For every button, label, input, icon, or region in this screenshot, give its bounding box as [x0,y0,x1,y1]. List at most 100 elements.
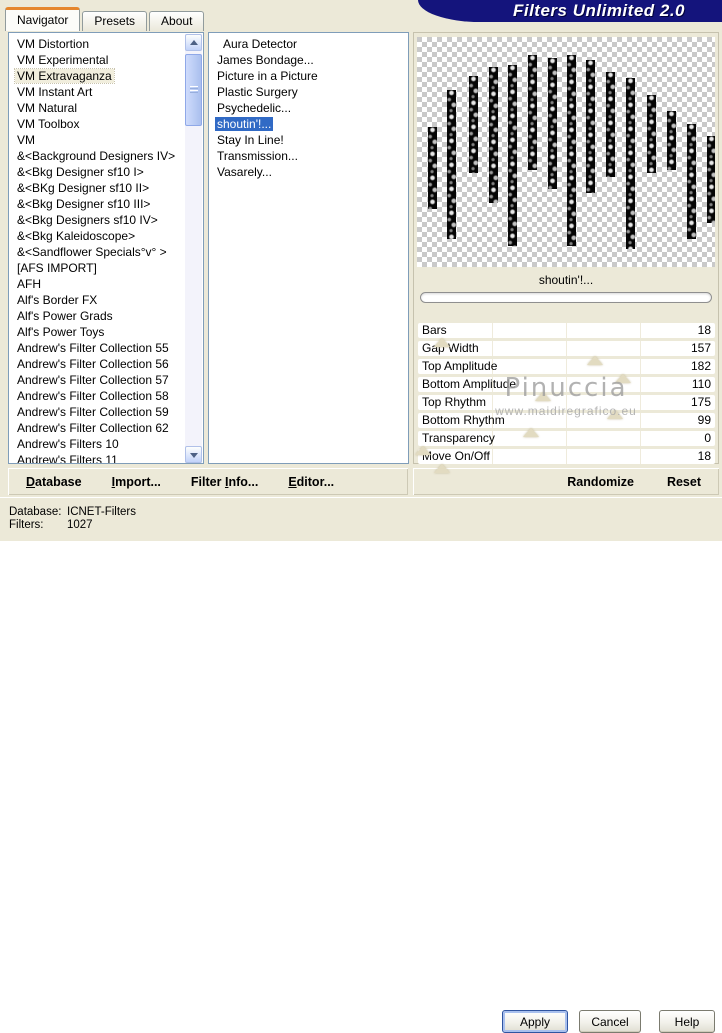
progress-bar [420,292,712,303]
category-item-label: &<Bkg Designers sf10 IV> [17,213,158,227]
slider-thumb-icon[interactable] [415,446,431,455]
category-item[interactable]: &<Bkg Kaleidoscope> [9,228,203,244]
filter-item[interactable]: James Bondage... [209,52,408,68]
slider-thumb-icon[interactable] [434,338,450,347]
tab-presets[interactable]: Presets [82,11,148,31]
preview-bar [508,64,518,247]
help-button[interactable]: Help [659,1010,715,1033]
category-item[interactable]: VM Instant Art [9,84,203,100]
category-item[interactable]: &<BKg Designer sf10 II> [9,180,203,196]
category-item-label: VM [17,133,35,147]
category-item-label: Alf's Power Grads [17,309,113,323]
apply-button[interactable]: Apply [502,1010,568,1033]
category-item[interactable]: Andrew's Filter Collection 59 [9,404,203,420]
slider-row-bars[interactable]: Bars 18 [418,323,715,347]
category-item[interactable]: &<Sandflower Specials°v° > [9,244,203,260]
action-bar-left: Database Import... Filter Info... Editor... [8,468,408,495]
filter-item[interactable]: Vasarely... [209,164,408,180]
category-item[interactable]: Andrew's Filters 11 [9,452,203,463]
filter-listbox[interactable]: Aura Detector James Bondage... Picture in … [208,32,409,464]
category-item[interactable]: VM Distortion [9,36,203,52]
reset-button[interactable]: Reset [667,475,701,489]
category-item[interactable]: &<Bkg Designers sf10 IV> [9,212,203,228]
slider-row-bottom-amplitude[interactable]: Bottom Amplitude 110 [418,377,715,401]
category-item[interactable]: [AFS IMPORT] [9,260,203,276]
category-item[interactable]: &<Bkg Designer sf10 I> [9,164,203,180]
scroll-down-icon[interactable] [185,446,202,463]
filter-item[interactable]: Picture in a Picture [209,68,408,84]
filter-info-label: nfo... [228,474,259,489]
slider-row-move-on-off[interactable]: Move On/Off 18 [418,449,715,473]
slider-row-top-rhythm[interactable]: Top Rhythm 175 [418,395,715,419]
category-item[interactable]: Andrew's Filter Collection 56 [9,356,203,372]
category-item[interactable]: VM Experimental [9,52,203,68]
slider-thumb-icon[interactable] [523,428,539,437]
database-label: atabase [35,474,82,489]
slider-row-top-amplitude[interactable]: Top Amplitude 182 [418,359,715,383]
preview-bar [528,55,538,171]
filter-item-label: shoutin'!... [215,117,274,131]
title-banner: Filters Unlimited 2.0 [418,0,722,22]
slider-value: 18 [697,449,711,463]
slider-label: Gap Width [422,341,479,355]
category-item[interactable]: &<Bkg Designer sf10 III> [9,196,203,212]
slider-thumb-icon[interactable] [535,392,551,401]
database-button[interactable]: Database [26,475,82,489]
category-item-label: &<Bkg Kaleidoscope> [17,229,136,243]
filter-item[interactable]: Plastic Surgery [209,84,408,100]
category-item-label: &<Background Designers IV> [17,149,176,163]
category-item-label: VM Distortion [17,37,90,51]
cancel-button[interactable]: Cancel [579,1010,641,1033]
filter-item[interactable]: Psychedelic... [209,100,408,116]
filters-value: 1027 [67,519,93,531]
slider-value: 18 [697,323,711,337]
scrollbar-thumb[interactable] [185,54,202,126]
filter-item[interactable]: Aura Detector [209,36,408,52]
preview-bar [469,76,479,173]
tab-about[interactable]: About [149,11,205,31]
category-scrollbar[interactable] [185,34,202,463]
category-item-label: Andrew's Filter Collection 62 [17,421,169,435]
tab-navigator[interactable]: Navigator [5,7,81,31]
category-item[interactable]: &<Background Designers IV> [9,148,203,164]
category-item[interactable]: VM Toolbox [9,116,203,132]
filter-item[interactable]: Stay In Line! [209,132,408,148]
filters-unlimited-dialog: Filters Unlimited 2.0 Navigator Presets Ab… [0,0,722,1033]
category-item[interactable]: VM Extravaganza [9,68,203,84]
slider-label: Top Rhythm [422,395,487,409]
import-button[interactable]: Import... [112,475,161,489]
slider-label: Top Amplitude [422,359,498,373]
preview-bar [447,89,457,240]
category-item[interactable]: Andrew's Filter Collection 58 [9,388,203,404]
slider-row-gap-width[interactable]: Gap Width 157 [418,341,715,365]
slider-thumb-icon[interactable] [434,464,450,473]
category-item[interactable]: Andrew's Filter Collection 62 [9,420,203,436]
category-item[interactable]: Andrew's Filters 10 [9,436,203,452]
category-item-label: VM Experimental [17,53,109,67]
category-item[interactable]: Alf's Border FX [9,292,203,308]
category-item[interactable]: Andrew's Filter Collection 55 [9,340,203,356]
slider-thumb-icon[interactable] [587,356,603,365]
slider-thumb-icon[interactable] [615,374,631,383]
category-listbox[interactable]: VM Distortion VM Experimental VM Extravaga… [8,32,204,464]
category-item[interactable]: VM Natural [9,100,203,116]
preview-bar [428,126,438,210]
slider-row-transparency[interactable]: Transparency 0 [415,431,715,455]
scroll-up-icon[interactable] [185,34,202,51]
filter-item[interactable]: shoutin'!... [209,116,408,132]
category-item[interactable]: VM [9,132,203,148]
filter-info-button[interactable]: Filter Info... [191,475,258,489]
editor-button[interactable]: Editor... [288,475,334,489]
category-item[interactable]: Alf's Power Toys [9,324,203,340]
filter-item[interactable]: Transmission... [209,148,408,164]
filter-item-label: Vasarely... [217,165,272,179]
slider-thumb-icon[interactable] [607,410,623,419]
category-item-label: Andrew's Filter Collection 55 [17,341,169,355]
editor-mnemonic: E [288,474,297,489]
slider-row-bottom-rhythm[interactable]: Bottom Rhythm 99 [418,413,715,437]
category-item[interactable]: Andrew's Filter Collection 57 [9,372,203,388]
category-item[interactable]: Alf's Power Grads [9,308,203,324]
status-filters: Filters: 1027 [9,519,93,531]
category-item[interactable]: AFH [9,276,203,292]
randomize-button[interactable]: Randomize [567,475,634,489]
